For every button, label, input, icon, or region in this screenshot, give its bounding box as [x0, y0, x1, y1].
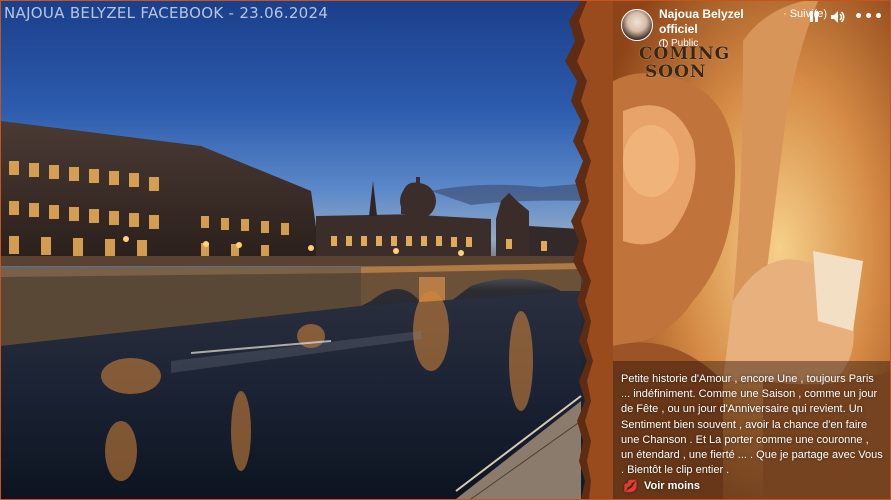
paris-scene [1, 121, 591, 499]
author-name[interactable]: Najoua Belyzel officiel [659, 7, 779, 37]
story-controls: ••• [806, 9, 884, 25]
coming-soon-line1: COMING [639, 44, 731, 64]
paris-photo: NAJOUA BELYZEL FACEBOOK - 23.06.2024 [1, 1, 601, 499]
story-caption: Petite historie d'Amour , encore Une , t… [621, 373, 883, 477]
coming-soon-title: COMING SOON [639, 45, 730, 81]
volume-icon[interactable] [830, 9, 846, 25]
see-less-button[interactable]: 💋 Voir moins [623, 479, 700, 493]
coming-soon-line2: SOON [645, 62, 707, 82]
more-icon[interactable]: ••• [854, 10, 884, 24]
author-avatar[interactable] [621, 9, 653, 41]
facebook-story-panel[interactable]: Najoua Belyzel officiel · Suivi(e) Publi… [613, 1, 890, 499]
video-frame: NAJOUA BELYZEL FACEBOOK - 23.06.2024 Naj… [0, 0, 891, 500]
see-less-label: Voir moins [643, 480, 700, 492]
lips-icon: 💋 [623, 479, 638, 493]
pause-icon[interactable] [806, 9, 822, 25]
watermark-caption: NAJOUA BELYZEL FACEBOOK - 23.06.2024 [4, 4, 329, 22]
